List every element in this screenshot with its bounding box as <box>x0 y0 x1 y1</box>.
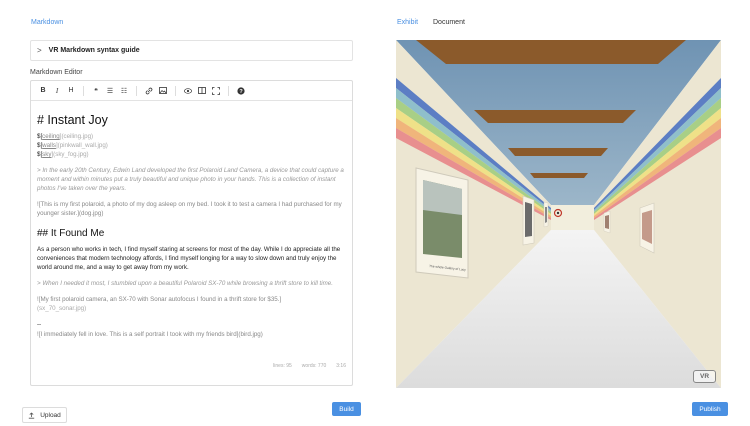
image-ref-bird: ![I immediately fell in love. This is a … <box>37 331 263 338</box>
toolbar-divider <box>83 85 84 96</box>
markdown-editor[interactable]: B I H ❝ ☰ ☷ ? # Instant Joy $[ceiling](c… <box>30 80 353 386</box>
texture-line-ceiling: $[ceiling](ceiling.jpg) <box>37 133 94 140</box>
bold-button[interactable]: B <box>36 84 50 98</box>
publish-button[interactable]: Publish <box>692 402 728 416</box>
content-h1: # Instant Joy <box>37 113 108 127</box>
ceiling-beam <box>530 173 588 178</box>
chevron-right-icon: > <box>37 46 42 55</box>
content-h2: ## It Found Me <box>37 228 105 239</box>
editor-content[interactable]: # Instant Joy $[ceiling](ceiling.jpg) $[… <box>31 101 352 373</box>
side-by-side-icon[interactable] <box>195 84 209 98</box>
ceiling-beam <box>416 40 686 64</box>
image-ref-dog: ![This is my first polaroid, a photo of … <box>37 201 342 217</box>
vr-exhibit-viewport[interactable]: The whole Gallery of Lucy VR <box>396 40 721 388</box>
preview-eye-icon[interactable] <box>181 84 195 98</box>
ceiling-beam <box>474 110 636 123</box>
photo-image <box>642 210 652 244</box>
link-icon[interactable] <box>142 84 156 98</box>
heading-button[interactable]: H <box>64 84 78 98</box>
italic-button[interactable]: I <box>50 84 64 98</box>
build-button[interactable]: Build <box>332 402 361 416</box>
body-paragraph: As a person who works in tech, I find my… <box>37 246 341 271</box>
toolbar-divider <box>136 85 137 96</box>
texture-line-sky: $[sky](sky_fog.jpg) <box>37 151 89 158</box>
divider-line-text: -- <box>37 321 42 328</box>
thrift-quote: > When I needed it most, I stumbled upon… <box>37 280 333 287</box>
vr-mode-button[interactable]: VR <box>693 370 716 383</box>
photo-image <box>545 207 547 223</box>
ceiling-beam <box>508 148 608 156</box>
upload-label: Upload <box>40 411 61 419</box>
gaze-reticle-dot <box>556 211 560 215</box>
unordered-list-icon[interactable]: ☰ <box>103 84 117 98</box>
fullscreen-icon[interactable] <box>209 84 223 98</box>
help-icon[interactable]: ? <box>234 84 248 98</box>
tab-exhibit[interactable]: Exhibit <box>397 19 418 26</box>
intro-quote: > In the early 20th Century, Edwin Land … <box>37 167 344 192</box>
editor-label: Markdown Editor <box>30 69 83 76</box>
image-ref-sx70: ![My first polaroid camera, an SX-70 wit… <box>37 296 282 312</box>
word-count: words: 770 <box>301 362 327 369</box>
syntax-guide-toggle[interactable]: > VR Markdown syntax guide <box>30 40 353 61</box>
photo-image <box>525 202 532 237</box>
line-count: lines: 95 <box>273 362 292 369</box>
photo-image <box>605 215 609 229</box>
image-icon[interactable] <box>156 84 170 98</box>
texture-line-walls: $[walls](pinkwall_wall.jpg) <box>37 142 108 149</box>
tab-markdown[interactable]: Markdown <box>31 19 63 26</box>
ordered-list-icon[interactable]: ☷ <box>117 84 131 98</box>
upload-button[interactable]: Upload <box>22 407 67 423</box>
toolbar-divider <box>175 85 176 96</box>
cursor-position: 3:16 <box>336 362 346 369</box>
tab-document[interactable]: Document <box>433 19 465 26</box>
syntax-guide-label: VR Markdown syntax guide <box>48 47 140 54</box>
quote-icon[interactable]: ❝ <box>89 84 103 98</box>
toolbar-divider <box>228 85 229 96</box>
gallery-scene: The whole Gallery of Lucy <box>396 40 721 388</box>
app-root: Markdown > VR Markdown syntax guide Mark… <box>0 0 750 426</box>
editor-statusbar: lines: 95 words: 770 3:16 <box>31 359 352 373</box>
end-wall <box>551 205 594 230</box>
upload-icon <box>28 411 35 419</box>
editor-toolbar: B I H ❝ ☰ ☷ ? <box>31 81 352 101</box>
